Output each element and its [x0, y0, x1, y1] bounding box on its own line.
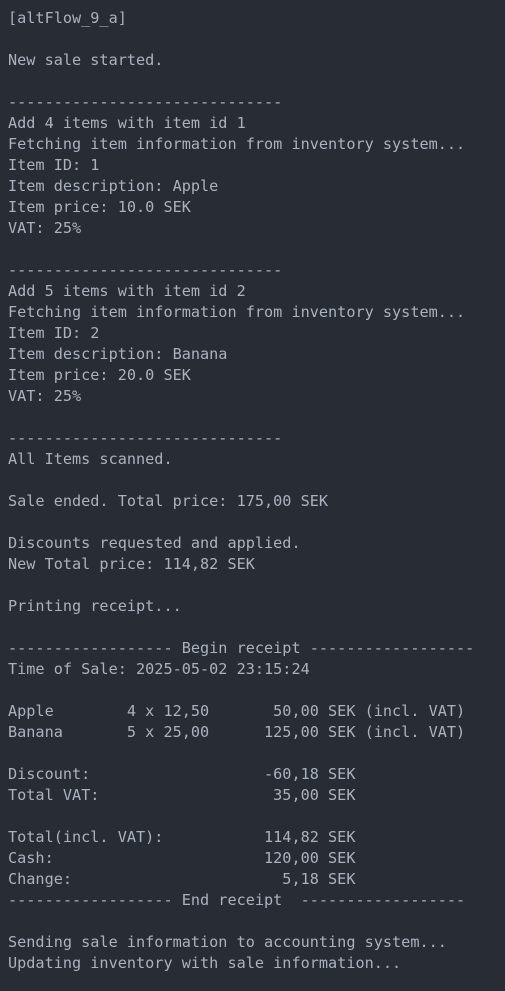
console-line: VAT: 25%	[8, 219, 82, 237]
console-line: ------------------ End receipt ---------…	[8, 891, 466, 909]
console-line: Total(incl. VAT): 114,82 SEK	[8, 828, 356, 846]
console-line: Printing receipt...	[8, 597, 182, 615]
console-line: [altFlow_9_a]	[8, 9, 127, 27]
console-line: New Total price: 114,82 SEK	[8, 555, 255, 573]
console-line: Change: 5,18 SEK	[8, 870, 356, 888]
console-line: All Items scanned.	[8, 450, 173, 468]
console-line: Add 5 items with item id 2	[8, 282, 246, 300]
console-line: Fetching item information from inventory…	[8, 303, 466, 321]
console-output: [altFlow_9_a] New sale started. ----------…	[0, 0, 505, 974]
console-line: Item ID: 2	[8, 324, 100, 342]
console-line: Fetching item information from inventory…	[8, 135, 466, 153]
console-line: Discounts requested and applied.	[8, 534, 301, 552]
console-line: VAT: 25%	[8, 387, 82, 405]
console-line: Cash: 120,00 SEK	[8, 849, 356, 867]
console-line: Sale ended. Total price: 175,00 SEK	[8, 492, 329, 510]
console-line: Add 4 items with item id 1	[8, 114, 246, 132]
console-line: New sale started.	[8, 51, 164, 69]
console-line: ------------------------------	[8, 261, 283, 279]
console-line: Time of Sale: 2025-05-02 23:15:24	[8, 660, 310, 678]
console-line: ------------------------------	[8, 93, 283, 111]
console-line: Item price: 20.0 SEK	[8, 366, 191, 384]
console-line: Sending sale information to accounting s…	[8, 933, 447, 951]
console-line: Apple 4 x 12,50 50,00 SEK (incl. VAT)	[8, 702, 466, 720]
console-line: Item description: Apple	[8, 177, 219, 195]
console-line: Updating inventory with sale information…	[8, 954, 402, 972]
console-line: Banana 5 x 25,00 125,00 SEK (incl. VAT)	[8, 723, 466, 741]
console-line: Total VAT: 35,00 SEK	[8, 786, 356, 804]
console-line: Item description: Banana	[8, 345, 228, 363]
console-line: ------------------------------	[8, 429, 283, 447]
console-line: ------------------ Begin receipt -------…	[8, 639, 475, 657]
console-line: Item price: 10.0 SEK	[8, 198, 191, 216]
console-line: Item ID: 1	[8, 156, 100, 174]
console-line: Discount: -60,18 SEK	[8, 765, 356, 783]
